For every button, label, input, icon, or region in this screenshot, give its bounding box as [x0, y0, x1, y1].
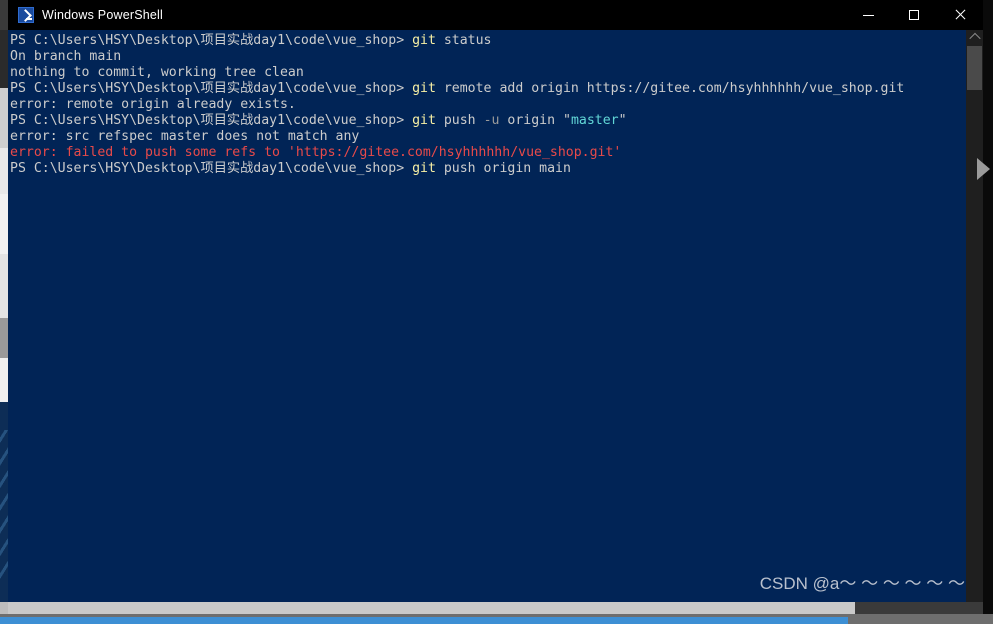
console-text-segment: error: remote origin already exists.	[10, 97, 296, 112]
close-button[interactable]	[937, 0, 983, 30]
window-controls	[845, 0, 983, 30]
prompt-underscore-icon	[26, 18, 32, 20]
line-on-branch-main: On branch main	[10, 49, 963, 65]
console-text-segment: push	[435, 113, 484, 128]
maximize-icon	[909, 10, 919, 20]
console-text-segment: nothing to commit, working tree clean	[10, 65, 304, 80]
line-git-remote-add: PS C:\Users\HSY\Desktop\项目实战day1\code\vu…	[10, 81, 963, 97]
screen: Windows PowerShell PS C:\Users\HSY\Deskt…	[0, 0, 993, 624]
console-text-segment: error: failed to push some refs to 'http…	[10, 145, 622, 160]
line-nothing-to-commit: nothing to commit, working tree clean	[10, 65, 963, 81]
window-title: Windows PowerShell	[42, 8, 164, 22]
powershell-window: Windows PowerShell PS C:\Users\HSY\Deskt…	[8, 0, 983, 616]
console-text-segment: master	[570, 113, 619, 128]
console-text-segment: error: src refspec master does not match…	[10, 129, 360, 144]
line-git-status: PS C:\Users\HSY\Desktop\项目实战day1\code\vu…	[10, 33, 963, 49]
maximize-button[interactable]	[891, 0, 937, 30]
scroll-up-arrow-icon[interactable]	[966, 30, 983, 44]
console-lines: PS C:\Users\HSY\Desktop\项目实战day1\code\vu…	[10, 33, 963, 177]
console-text-segment: origin	[499, 113, 563, 128]
line-git-push-u-origin-master: PS C:\Users\HSY\Desktop\项目实战day1\code\vu…	[10, 113, 963, 129]
console-text-segment: status	[435, 33, 492, 48]
line-error-remote-exists: error: remote origin already exists.	[10, 97, 963, 113]
console-text-segment: PS C:\Users\HSY\Desktop\项目实战day1\code\vu…	[10, 81, 413, 96]
line-git-push-origin-main: PS C:\Users\HSY\Desktop\项目实战day1\code\vu…	[10, 161, 963, 177]
console-output-area[interactable]: PS C:\Users\HSY\Desktop\项目实战day1\code\vu…	[8, 30, 983, 616]
console-text-segment: PS C:\Users\HSY\Desktop\项目实战day1\code\vu…	[10, 161, 413, 176]
vertical-scroll-thumb[interactable]	[967, 46, 982, 90]
csdn-watermark: CSDN @a～ ～ ～ ～ ～ ～	[759, 574, 965, 593]
horizontal-scrollbar[interactable]	[8, 602, 983, 614]
console-text-segment: PS C:\Users\HSY\Desktop\项目实战day1\code\vu…	[10, 113, 413, 128]
horizontal-scroll-thumb[interactable]	[8, 602, 855, 614]
console-text-segment: git	[412, 161, 436, 176]
console-text-segment: On branch main	[10, 49, 122, 64]
taskbar-accent-strip	[0, 617, 848, 624]
line-error-failed-to-push: error: failed to push some refs to 'http…	[10, 145, 963, 161]
console-text-segment: git	[412, 33, 436, 48]
console-text-segment: "	[562, 113, 571, 128]
console-text-segment: "	[618, 113, 627, 128]
console-text-segment: -u	[483, 113, 500, 128]
powershell-icon	[18, 7, 34, 23]
cursor-triangle-marker	[977, 158, 990, 180]
console-text-segment: git	[412, 113, 436, 128]
title-bar[interactable]: Windows PowerShell	[8, 0, 983, 30]
console-text-segment: PS C:\Users\HSY\Desktop\项目实战day1\code\vu…	[10, 33, 413, 48]
console-text-segment: git	[412, 81, 436, 96]
close-icon	[954, 9, 966, 21]
minimize-button[interactable]	[845, 0, 891, 30]
console-text-segment: push origin main	[435, 161, 571, 176]
minimize-icon	[862, 14, 874, 16]
line-error-src-refspec: error: src refspec master does not match…	[10, 129, 963, 145]
vertical-scrollbar[interactable]	[966, 30, 983, 616]
console-text-segment: remote add origin https://gitee.com/hsyh…	[435, 81, 905, 96]
